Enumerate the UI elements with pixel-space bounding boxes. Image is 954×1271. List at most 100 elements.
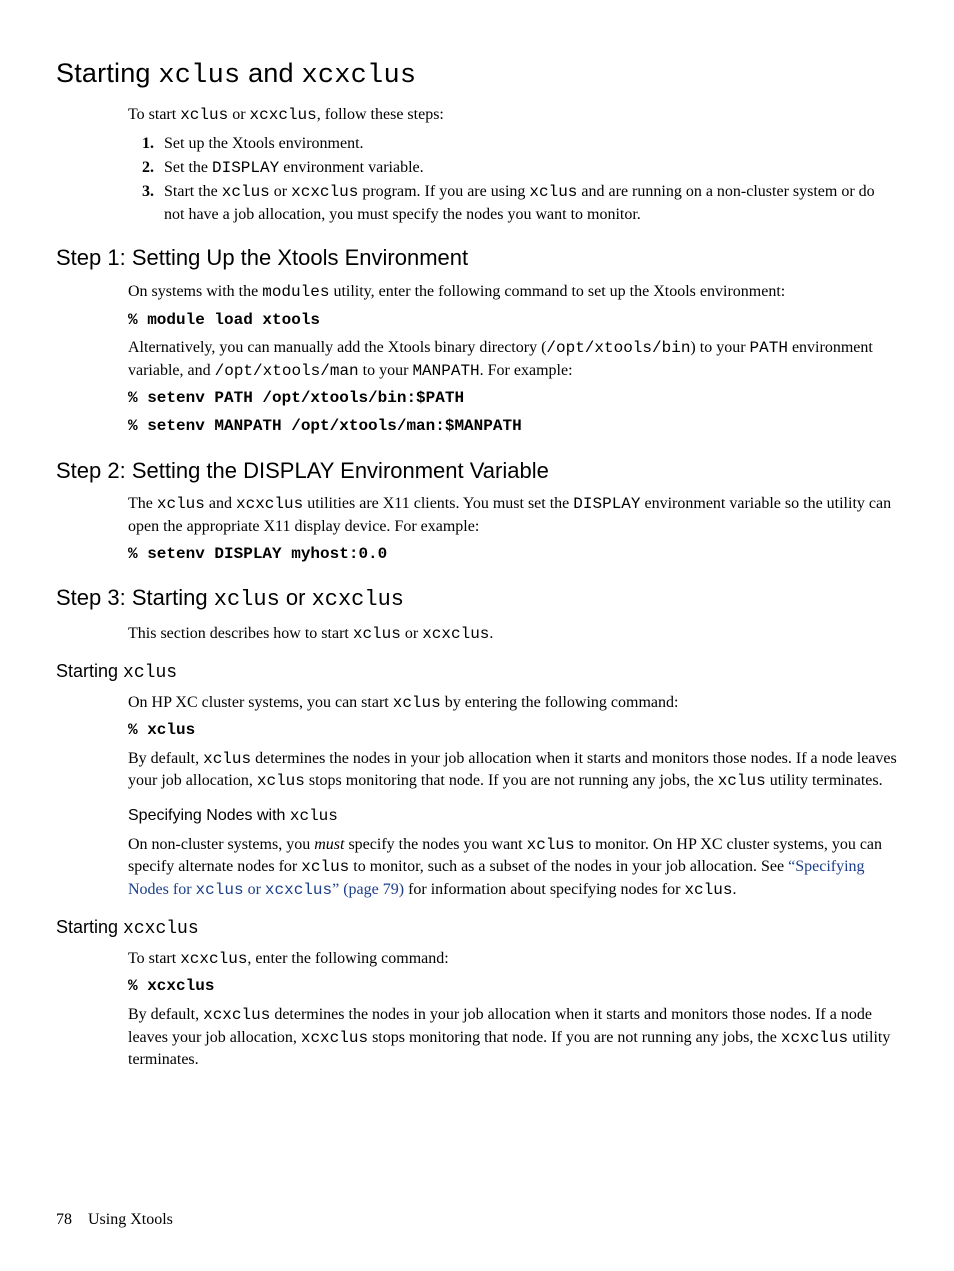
inline-code: xclus — [214, 587, 280, 612]
text: . — [489, 625, 493, 642]
para: On systems with the modules utility, ent… — [128, 281, 898, 304]
text: , enter the following command: — [247, 950, 448, 967]
text: By default, — [128, 750, 203, 767]
intro-para: To start xclus or xcxclus, follow these … — [128, 104, 898, 127]
text: or — [401, 625, 422, 642]
para: This section describes how to start xclu… — [128, 623, 898, 646]
page-number: 78 — [56, 1211, 72, 1228]
para: Alternatively, you can manually add the … — [128, 337, 898, 382]
para: The xclus and xcxclus utilities are X11 … — [128, 493, 898, 537]
inline-code: xcxclus — [781, 1029, 848, 1047]
text: On non-cluster systems, you — [128, 836, 314, 853]
link-text: ” (page 79) — [332, 881, 404, 898]
text: or — [228, 106, 249, 123]
inline-code: xcxclus — [301, 1029, 368, 1047]
list-item: Set up the Xtools environment. — [158, 133, 898, 155]
inline-code: /opt/xtools/bin — [546, 339, 690, 357]
text: specify the nodes you want — [344, 836, 526, 853]
text: Alternatively, you can manually add the … — [128, 339, 546, 356]
title-code: xcxclus — [301, 61, 416, 91]
text: program. If you are using — [358, 183, 529, 200]
subsection-heading-starting-xcxclus: Starting xcxclus — [56, 915, 898, 941]
command-line: % module load xtools — [128, 310, 898, 332]
text: . For example: — [480, 362, 573, 379]
text: To start — [128, 106, 180, 123]
list-item: Start the xclus or xcxclus program. If y… — [158, 181, 898, 225]
inline-code: MANPATH — [412, 362, 479, 380]
inline-code: /opt/xtools/man — [215, 362, 359, 380]
text: or — [280, 585, 312, 610]
title-text: and — [240, 58, 301, 88]
inline-code: xcxclus — [180, 950, 247, 968]
text: stops monitoring that node. If you are n… — [368, 1029, 781, 1046]
text: Starting — [56, 661, 123, 681]
command-line: % setenv PATH /opt/xtools/bin:$PATH — [128, 388, 898, 410]
inline-code: xclus — [290, 807, 338, 825]
inline-code: xclus — [301, 858, 349, 876]
text: Set up the Xtools environment. — [164, 135, 364, 152]
list-item: Set the DISPLAY environment variable. — [158, 157, 898, 180]
page-footer: 78 Using Xtools — [56, 1209, 173, 1231]
inline-code: xclus — [393, 694, 441, 712]
emphasized-text: must — [314, 836, 344, 853]
title-code: xclus — [158, 61, 240, 91]
inline-code: xclus — [180, 106, 228, 124]
footer-chapter-title: Using Xtools — [88, 1211, 173, 1228]
inline-code: xclus — [203, 750, 251, 768]
para: On HP XC cluster systems, you can start … — [128, 692, 898, 715]
inline-code: xclus — [353, 625, 401, 643]
link-text: or — [244, 881, 265, 898]
text: ) to your — [690, 339, 749, 356]
command-line: % setenv MANPATH /opt/xtools/man:$MANPAT… — [128, 416, 898, 438]
text: to monitor, such as a subset of the node… — [349, 858, 788, 875]
inline-code: xcxclus — [236, 495, 303, 513]
text: utilities are X11 clients. You must set … — [303, 495, 573, 512]
text: stops monitoring that node. If you are n… — [305, 772, 718, 789]
inline-code: xclus — [529, 183, 577, 201]
inline-code: xcxclus — [312, 587, 404, 612]
para: On non-cluster systems, you must specify… — [128, 834, 898, 902]
para: By default, xclus determines the nodes i… — [128, 748, 898, 793]
page-title: Starting xclus and xcxclus — [56, 55, 898, 94]
text: environment variable. — [279, 159, 423, 176]
text: by entering the following command: — [441, 694, 679, 711]
inline-code: xcxclus — [250, 106, 317, 124]
text: Step 3: Starting — [56, 585, 214, 610]
section-heading-step2: Step 2: Setting the DISPLAY Environment … — [56, 456, 898, 486]
command-line: % xclus — [128, 720, 898, 742]
text: Specifying Nodes with — [128, 807, 290, 824]
inline-code: DISPLAY — [573, 495, 640, 513]
inline-code: xclus — [222, 183, 270, 201]
section-heading-step1: Step 1: Setting Up the Xtools Environmen… — [56, 243, 898, 273]
text: To start — [128, 950, 180, 967]
text: On HP XC cluster systems, you can start — [128, 694, 393, 711]
text: utility, enter the following command to … — [329, 283, 785, 300]
inline-code: xclus — [684, 881, 732, 899]
inline-code: PATH — [750, 339, 788, 357]
text: Start the — [164, 183, 222, 200]
inline-code: xcxclus — [123, 919, 199, 939]
inline-code: xclus — [123, 663, 177, 683]
inline-code: xcxclus — [203, 1006, 270, 1024]
inline-code: xclus — [527, 836, 575, 854]
text: or — [270, 183, 291, 200]
text: The — [128, 495, 157, 512]
text: Set the — [164, 159, 212, 176]
inline-code: xcxclus — [291, 183, 358, 201]
title-text: Starting — [56, 58, 158, 88]
text: On systems with the — [128, 283, 262, 300]
para: To start xcxclus, enter the following co… — [128, 948, 898, 971]
command-line: % xcxclus — [128, 976, 898, 998]
inline-code: xclus — [257, 772, 305, 790]
inline-code: modules — [262, 283, 329, 301]
section-heading-step3: Step 3: Starting xclus or xcxclus — [56, 583, 898, 615]
subsubsection-heading-specifying-nodes: Specifying Nodes with xclus — [128, 805, 898, 828]
text: Starting — [56, 917, 123, 937]
text: utility terminates. — [766, 772, 883, 789]
subsection-heading-starting-xclus: Starting xclus — [56, 659, 898, 685]
text: for information about specifying nodes f… — [404, 881, 684, 898]
text: By default, — [128, 1006, 203, 1023]
inline-code: xclus — [718, 772, 766, 790]
para: By default, xcxclus determines the nodes… — [128, 1004, 898, 1071]
text: and — [205, 495, 236, 512]
